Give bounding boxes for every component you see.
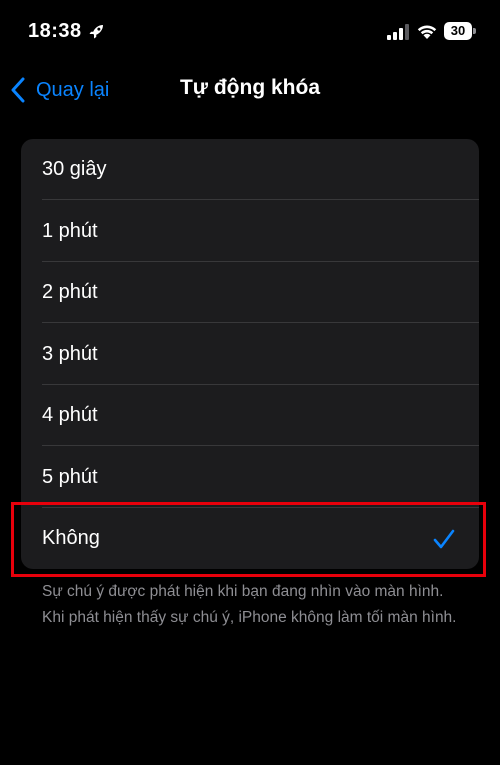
- option-label: 3 phút: [42, 343, 98, 365]
- cellular-signal-icon: [387, 24, 409, 40]
- option-1-minute[interactable]: 1 phút: [21, 201, 479, 262]
- option-label: 1 phút: [42, 220, 98, 242]
- navigation-bar: Quay lại Tự động khóa: [0, 66, 500, 114]
- option-label: 2 phút: [42, 281, 98, 303]
- highlight-box: [11, 502, 486, 577]
- row-separator: [42, 445, 479, 446]
- option-5-minutes[interactable]: 5 phút: [21, 447, 479, 508]
- option-3-minutes[interactable]: 3 phút: [21, 324, 479, 385]
- status-time: 18:38: [28, 20, 82, 42]
- attention-footer-text: Sự chú ý được phát hiện khi bạn đang nhì…: [42, 583, 457, 626]
- row-separator: [42, 199, 479, 200]
- wifi-icon: [417, 25, 437, 39]
- option-label: 5 phút: [42, 466, 98, 488]
- battery-icon: 30: [444, 22, 476, 40]
- option-4-minutes[interactable]: 4 phút: [21, 385, 479, 446]
- option-label: 30 giây: [42, 158, 107, 180]
- rocket-icon: [89, 25, 103, 39]
- battery-cap: [473, 28, 476, 34]
- page-title: Tự động khóa: [179, 76, 321, 99]
- row-separator: [42, 322, 479, 323]
- status-bar: 18:38 30: [0, 0, 500, 62]
- option-2-minutes[interactable]: 2 phút: [21, 262, 479, 323]
- option-label: 4 phút: [42, 404, 98, 426]
- option-30-seconds[interactable]: 30 giây: [21, 139, 479, 200]
- battery-level: 30: [444, 22, 472, 40]
